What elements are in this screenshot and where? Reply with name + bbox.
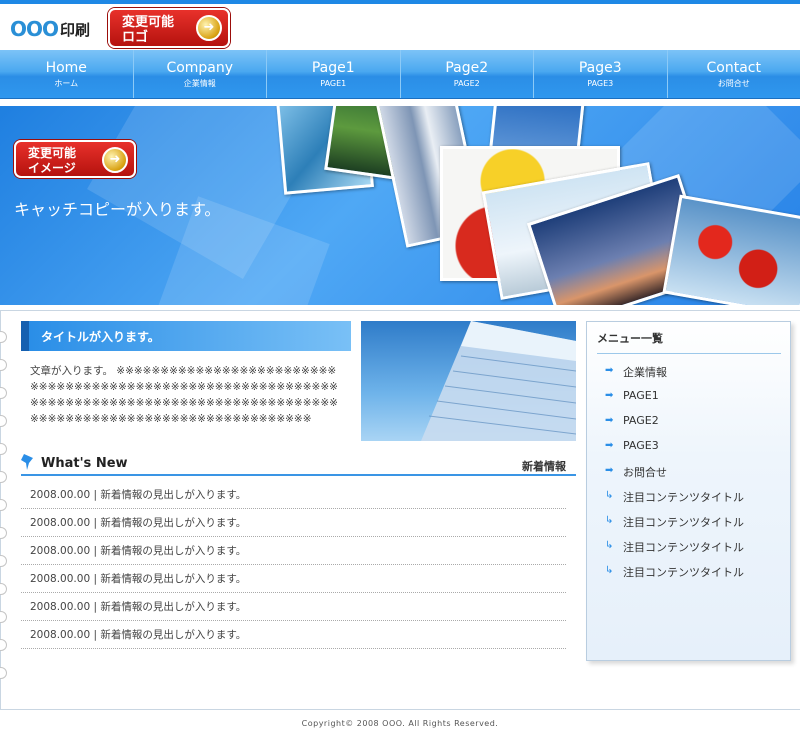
sidebar-item-label: お問合せ	[623, 466, 667, 479]
main-nav: Home ホーム Company 企業情報 Page1 PAGE1 Page2 …	[0, 50, 800, 99]
nav-sublabel: ホーム	[54, 79, 79, 88]
binder-ring	[0, 387, 7, 399]
sidebar-list: ➡ 企業情報 ➡ PAGE1 ➡ PAGE2 ➡ PAGE3 ➡ お問合せ ↳ 注目コンテン…	[605, 364, 744, 589]
hero-banner: 変更可能 イメージ ➜ キャッチコピーが入ります。	[0, 106, 800, 305]
changeable-logo-badge: 変更可能 ロゴ ➜	[108, 8, 230, 48]
sidebar-item-featured[interactable]: ↳ 注目コンテンツタイトル	[605, 489, 744, 514]
binder-ring	[0, 443, 7, 455]
nav-item-contact[interactable]: Contact お問合せ	[668, 50, 800, 98]
nav-item-page2[interactable]: Page2 PAGE2	[401, 50, 534, 98]
sidebar-item-label: PAGE1	[623, 389, 659, 402]
binder-ring	[0, 331, 7, 343]
arrow-circle-icon: ➜	[196, 15, 222, 41]
news-header: What's New 新着情報	[21, 454, 576, 476]
content-area: タイトルが入ります。 文章が入ります。 ※※※※※※※※※※※※※※※※※※※※…	[0, 310, 800, 710]
nav-label: Home	[45, 60, 87, 76]
arrow-right-icon: ➡	[605, 415, 614, 426]
building-illustration	[421, 321, 576, 441]
binder-ring	[0, 415, 7, 427]
nav-label: Company	[166, 60, 234, 76]
sidebar-item-label: PAGE2	[623, 414, 659, 427]
nav-sublabel: お問合せ	[717, 79, 750, 88]
sidebar-item-company[interactable]: ➡ 企業情報	[605, 364, 744, 389]
sidebar-item-label: 注目コンテンツタイトル	[623, 541, 744, 554]
site-logo[interactable]: OOO 印刷	[10, 16, 90, 42]
sidebar-item-label: 企業情報	[623, 366, 667, 379]
news-item[interactable]: 2008.00.00 | 新着情報の見出しが入ります。	[21, 621, 566, 649]
arrow-right-icon: ➡	[605, 390, 614, 401]
sidebar-item-label: 注目コンテンツタイトル	[623, 566, 744, 579]
nav-item-home[interactable]: Home ホーム	[0, 50, 134, 98]
binder-ring	[0, 667, 7, 679]
arrow-right-icon: ➡	[605, 440, 614, 451]
nav-item-company[interactable]: Company 企業情報	[134, 50, 267, 98]
binder-ring	[0, 583, 7, 595]
news-label: 新着情報	[522, 460, 566, 473]
sidebar-item-featured[interactable]: ↳ 注目コンテンツタイトル	[605, 514, 744, 539]
sidebar-item-label: 注目コンテンツタイトル	[623, 516, 744, 529]
sidebar-item-page1[interactable]: ➡ PAGE1	[605, 389, 744, 414]
nav-label: Contact	[706, 60, 761, 76]
sidebar-item-label: 注目コンテンツタイトル	[623, 491, 744, 504]
news-item[interactable]: 2008.00.00 | 新着情報の見出しが入ります。	[21, 565, 566, 593]
news-item[interactable]: 2008.00.00 | 新着情報の見出しが入ります。	[21, 481, 566, 509]
binder-ring	[0, 611, 7, 623]
nav-label: Page3	[578, 60, 622, 76]
catch-copy: キャッチコピーが入ります。	[14, 200, 221, 219]
arrow-right-icon: ➡	[605, 465, 614, 476]
sidebar-item-featured[interactable]: ↳ 注目コンテンツタイトル	[605, 564, 744, 589]
nav-sublabel: PAGE1	[320, 79, 347, 88]
building-photo	[361, 321, 576, 441]
corner-arrow-icon: ↳	[605, 540, 614, 551]
arrow-right-icon: ➡	[605, 365, 614, 376]
binder-ring	[0, 639, 7, 651]
sidebar-item-featured[interactable]: ↳ 注目コンテンツタイトル	[605, 539, 744, 564]
nav-item-page1[interactable]: Page1 PAGE1	[267, 50, 401, 98]
corner-arrow-icon: ↳	[605, 565, 614, 576]
binder-ring	[0, 555, 7, 567]
nav-sublabel: PAGE3	[587, 79, 614, 88]
news-list: 2008.00.00 | 新着情報の見出しが入ります。 2008.00.00 |…	[21, 481, 566, 649]
sidebar-item-contact[interactable]: ➡ お問合せ	[605, 464, 744, 489]
sidebar-title: メニュー一覧	[597, 330, 781, 354]
news-item[interactable]: 2008.00.00 | 新着情報の見出しが入ります。	[21, 593, 566, 621]
binder-ring	[0, 499, 7, 511]
news-item[interactable]: 2008.00.00 | 新着情報の見出しが入ります。	[21, 509, 566, 537]
binder-ring	[0, 527, 7, 539]
binder-ring	[0, 471, 7, 483]
logo-text: 印刷	[60, 20, 91, 39]
pin-icon	[21, 454, 33, 470]
sidebar-menu: メニュー一覧 ➡ 企業情報 ➡ PAGE1 ➡ PAGE2 ➡ PAGE3 ➡ お問合せ …	[586, 321, 791, 661]
news-title: What's New	[41, 456, 128, 471]
binder-ring	[0, 359, 7, 371]
site-header: OOO 印刷 変更可能 ロゴ ➜	[0, 4, 800, 50]
corner-arrow-icon: ↳	[605, 490, 614, 501]
nav-item-page3[interactable]: Page3 PAGE3	[534, 50, 668, 98]
nav-sublabel: 企業情報	[183, 79, 216, 88]
nav-label: Page2	[445, 60, 489, 76]
nav-sublabel: PAGE2	[453, 79, 480, 88]
body-text: 文章が入ります。 ※※※※※※※※※※※※※※※※※※※※※※※※※※※※※※※…	[30, 365, 338, 425]
footer-copyright: Copyright© 2008 OOO. All Rights Reserved…	[301, 719, 499, 728]
changeable-image-badge: 変更可能 イメージ ➜	[14, 140, 136, 178]
news-item[interactable]: 2008.00.00 | 新着情報の見出しが入ります。	[21, 537, 566, 565]
arrow-circle-icon: ➜	[102, 147, 128, 173]
corner-arrow-icon: ↳	[605, 515, 614, 526]
sidebar-item-page2[interactable]: ➡ PAGE2	[605, 414, 744, 439]
nav-label: Page1	[311, 60, 355, 76]
sidebar-item-label: PAGE3	[623, 439, 659, 452]
photo-red-leaves	[662, 194, 800, 305]
logo-mark: OOO	[10, 17, 59, 41]
section-title: タイトルが入ります。	[21, 321, 351, 351]
sidebar-item-page3[interactable]: ➡ PAGE3	[605, 439, 744, 464]
